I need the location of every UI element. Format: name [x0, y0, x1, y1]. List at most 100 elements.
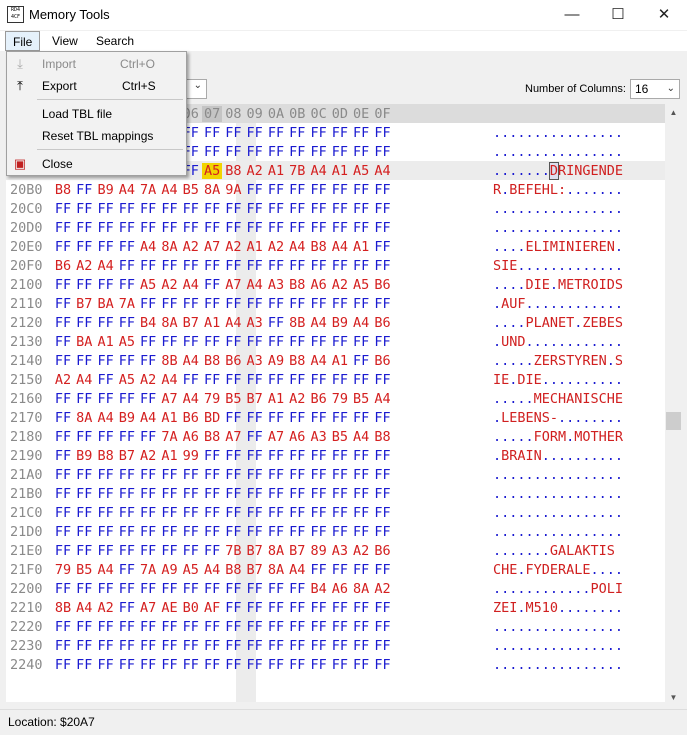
hex-byte[interactable]: A3 — [245, 353, 265, 369]
hex-byte[interactable]: FF — [351, 562, 371, 578]
hex-byte[interactable]: A7 — [202, 239, 222, 255]
hex-byte[interactable]: FF — [53, 524, 73, 540]
hex-byte[interactable]: FF — [266, 125, 286, 141]
hex-byte[interactable]: FF — [373, 600, 393, 616]
hex-byte[interactable]: FF — [287, 581, 307, 597]
hex-byte[interactable]: FF — [138, 505, 158, 521]
hex-byte[interactable]: FF — [181, 201, 201, 217]
ascii-text[interactable]: ................ — [493, 657, 653, 673]
hex-byte[interactable]: FF — [373, 182, 393, 198]
hex-byte[interactable]: FF — [351, 410, 371, 426]
hex-byte[interactable]: A4 — [287, 239, 307, 255]
hex-byte[interactable]: A2 — [245, 163, 265, 179]
hex-byte[interactable]: FF — [287, 448, 307, 464]
hex-byte[interactable]: FF — [245, 220, 265, 236]
hex-byte[interactable]: FF — [202, 448, 222, 464]
hex-byte[interactable]: FF — [373, 334, 393, 350]
hex-byte[interactable]: FF — [245, 619, 265, 635]
ascii-text[interactable]: .......DRINGENDE — [493, 162, 653, 180]
hex-byte[interactable]: B6 — [53, 258, 73, 274]
hex-byte[interactable]: FF — [266, 144, 286, 160]
hex-byte[interactable]: FF — [245, 657, 265, 673]
hex-byte[interactable]: FF — [373, 410, 393, 426]
hex-byte[interactable]: FF — [287, 372, 307, 388]
hex-byte[interactable]: FF — [181, 619, 201, 635]
hex-byte[interactable]: FF — [160, 486, 180, 502]
hex-byte[interactable]: FF — [287, 296, 307, 312]
menu-item-reset-tbl[interactable]: Reset TBL mappings — [7, 125, 186, 147]
hex-byte[interactable]: FF — [309, 182, 329, 198]
hex-byte[interactable]: FF — [160, 543, 180, 559]
hex-byte[interactable]: FF — [373, 258, 393, 274]
hex-byte[interactable]: FF — [373, 372, 393, 388]
hex-byte[interactable]: FF — [160, 201, 180, 217]
hex-byte[interactable]: FF — [287, 657, 307, 673]
hex-byte[interactable]: FF — [373, 638, 393, 654]
hex-byte[interactable]: B4 — [138, 315, 158, 331]
hex-byte[interactable]: 79 — [330, 391, 350, 407]
hex-byte[interactable]: FF — [74, 657, 94, 673]
hex-byte[interactable]: FF — [351, 220, 371, 236]
ascii-text[interactable]: ................ — [493, 125, 653, 141]
hex-byte[interactable]: A7 — [138, 600, 158, 616]
hex-byte[interactable]: A1 — [330, 163, 350, 179]
hex-byte[interactable]: FF — [245, 600, 265, 616]
columns-select[interactable]: 16 ⌄ — [630, 79, 680, 99]
hex-byte[interactable]: FF — [74, 486, 94, 502]
menu-search[interactable]: Search — [89, 31, 141, 51]
hex-byte[interactable]: FF — [223, 524, 243, 540]
hex-byte[interactable]: A1 — [96, 334, 116, 350]
menu-item-load-tbl[interactable]: Load TBL file — [7, 103, 186, 125]
hex-byte[interactable]: FF — [160, 258, 180, 274]
hex-byte[interactable]: FF — [138, 391, 158, 407]
hex-byte[interactable]: FF — [117, 391, 137, 407]
hex-byte[interactable]: FF — [287, 410, 307, 426]
hex-byte[interactable]: FF — [266, 448, 286, 464]
hex-byte[interactable]: FF — [266, 524, 286, 540]
hex-byte[interactable]: FF — [223, 467, 243, 483]
hex-byte[interactable]: FF — [96, 201, 116, 217]
hex-byte[interactable]: FF — [330, 524, 350, 540]
hex-byte[interactable]: A2 — [138, 448, 158, 464]
hex-byte[interactable]: FF — [309, 201, 329, 217]
hex-byte[interactable]: FF — [373, 486, 393, 502]
hex-byte[interactable]: 99 — [181, 448, 201, 464]
hex-byte[interactable]: FF — [287, 220, 307, 236]
hex-byte[interactable]: FF — [287, 524, 307, 540]
hex-byte[interactable]: B8 — [202, 429, 222, 445]
hex-byte[interactable]: FF — [202, 220, 222, 236]
ascii-text[interactable]: CHE.FYDERALE.... — [493, 562, 653, 578]
hex-byte[interactable]: FF — [96, 277, 116, 293]
hex-byte[interactable]: FF — [309, 505, 329, 521]
hex-byte[interactable]: FF — [330, 334, 350, 350]
hex-byte[interactable]: A1 — [266, 391, 286, 407]
hex-byte[interactable]: FF — [96, 220, 116, 236]
horizontal-scrollbar[interactable] — [6, 702, 665, 706]
hex-byte[interactable]: B6 — [373, 353, 393, 369]
hex-byte[interactable]: A7 — [223, 429, 243, 445]
hex-byte[interactable]: FF — [202, 144, 222, 160]
hex-byte[interactable]: FF — [330, 144, 350, 160]
hex-byte[interactable]: 8A — [74, 410, 94, 426]
hex-byte[interactable]: FF — [181, 372, 201, 388]
hex-byte[interactable]: FF — [117, 486, 137, 502]
hex-byte[interactable]: FF — [330, 448, 350, 464]
hex-byte[interactable]: FF — [309, 562, 329, 578]
hex-byte[interactable]: FF — [330, 600, 350, 616]
hex-byte[interactable]: A4 — [138, 410, 158, 426]
hex-byte[interactable]: FF — [138, 467, 158, 483]
hex-byte[interactable]: FF — [330, 125, 350, 141]
hex-byte[interactable]: FF — [309, 619, 329, 635]
hex-byte[interactable]: A6 — [287, 429, 307, 445]
hex-byte[interactable]: FF — [117, 220, 137, 236]
hex-byte[interactable]: FF — [245, 467, 265, 483]
hex-byte[interactable]: FF — [245, 334, 265, 350]
hex-byte[interactable]: A4 — [309, 315, 329, 331]
hex-byte[interactable]: FF — [223, 125, 243, 141]
hex-byte[interactable]: B8 — [309, 239, 329, 255]
hex-byte[interactable]: FF — [160, 296, 180, 312]
hex-byte[interactable]: FF — [160, 524, 180, 540]
hex-byte[interactable]: FF — [53, 410, 73, 426]
hex-byte[interactable]: FF — [53, 543, 73, 559]
hex-byte[interactable]: FF — [245, 524, 265, 540]
